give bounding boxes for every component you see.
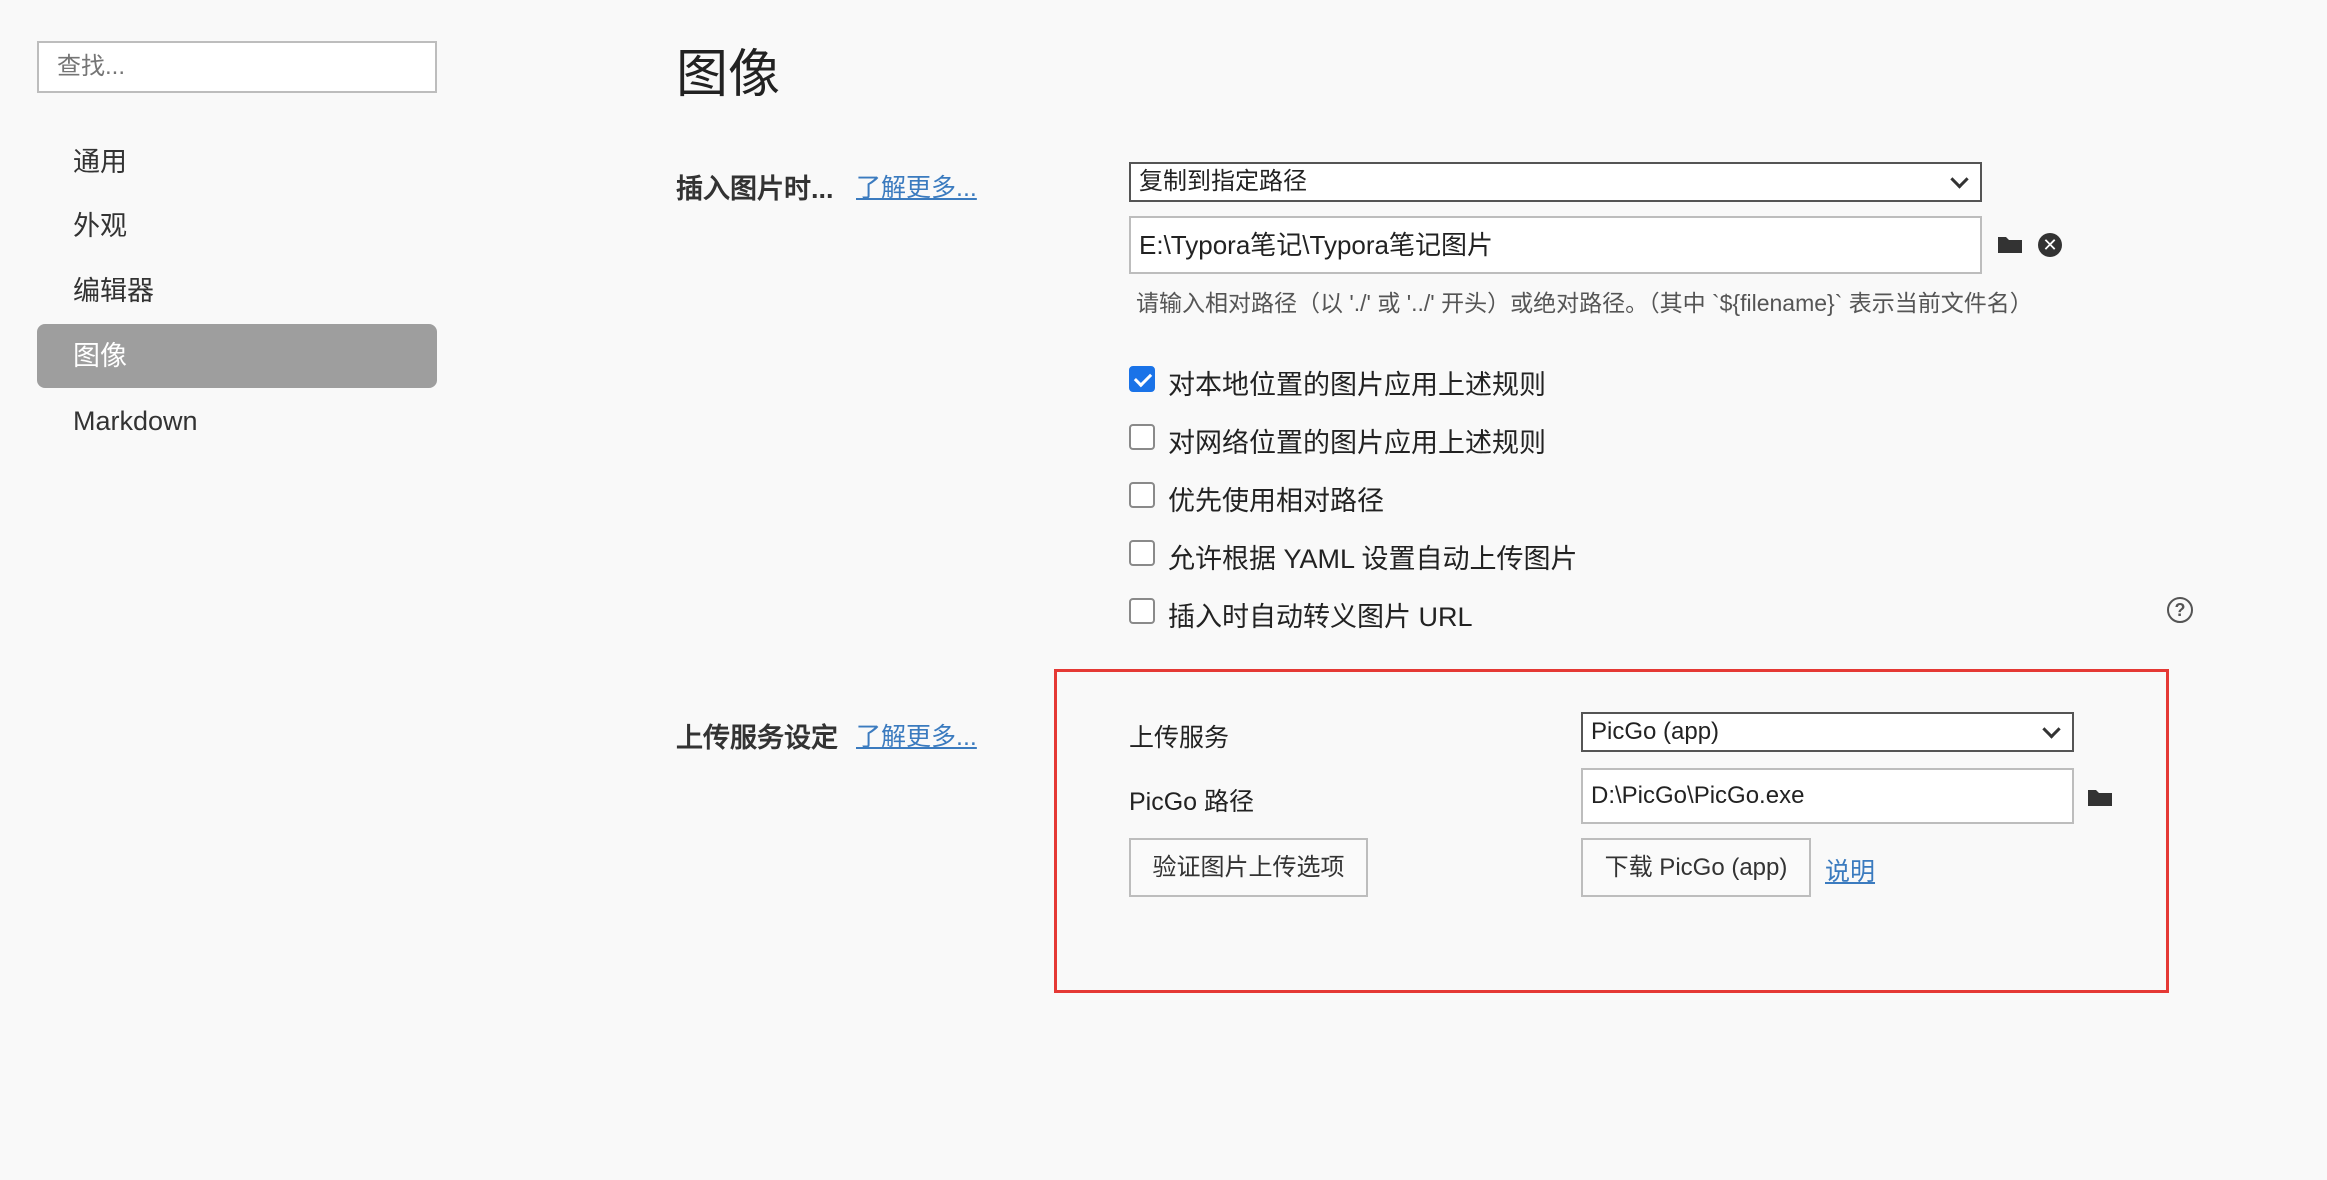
checkbox-local-images[interactable] bbox=[1129, 366, 1155, 392]
checkbox-network-images[interactable] bbox=[1129, 424, 1155, 450]
sidebar-item-image[interactable]: 图像 bbox=[37, 324, 437, 388]
instructions-link[interactable]: 说明 bbox=[1825, 852, 1875, 888]
upload-service-select[interactable]: PicGo (app) bbox=[1581, 712, 2074, 752]
folder-icon[interactable] bbox=[2087, 787, 2113, 807]
sidebar-item-markdown[interactable]: Markdown bbox=[37, 389, 437, 453]
sidebar-item-editor[interactable]: 编辑器 bbox=[37, 259, 437, 323]
picgo-path-label: PicGo 路径 bbox=[1129, 788, 1255, 816]
verify-upload-button[interactable]: 验证图片上传选项 bbox=[1129, 838, 1368, 897]
chevron-down-icon bbox=[1950, 170, 1969, 189]
download-picgo-button[interactable]: 下载 PicGo (app) bbox=[1581, 838, 1811, 897]
folder-icon[interactable] bbox=[1997, 234, 2023, 254]
upload-service-label: 上传服务 bbox=[1129, 724, 1230, 752]
sidebar-item-appearance[interactable]: 外观 bbox=[37, 194, 437, 258]
checkbox-escape-url-label: 插入时自动转义图片 URL bbox=[1168, 602, 1473, 632]
insert-action-value: 复制到指定路径 bbox=[1139, 168, 1307, 195]
sidebar-item-general[interactable]: 通用 bbox=[37, 130, 437, 194]
image-path-input[interactable]: E:\Typora笔记\Typora笔记图片 bbox=[1129, 216, 1982, 274]
page-title: 图像 bbox=[676, 46, 781, 104]
upload-learn-more-link[interactable]: 了解更多... bbox=[856, 717, 977, 753]
insert-learn-more-link[interactable]: 了解更多... bbox=[856, 168, 977, 204]
upload-service-value: PicGo (app) bbox=[1591, 718, 1720, 745]
checkbox-network-images-label: 对网络位置的图片应用上述规则 bbox=[1168, 428, 1546, 458]
checkbox-relative-path-label: 优先使用相对路径 bbox=[1168, 486, 1384, 516]
upload-section-label: 上传服务设定 bbox=[676, 723, 838, 753]
insert-action-select[interactable]: 复制到指定路径 bbox=[1129, 162, 1982, 202]
chevron-down-icon bbox=[2042, 720, 2061, 739]
path-hint: 请输入相对路径（以 './' 或 '../' 开头）或绝对路径。（其中 `${f… bbox=[1136, 290, 2033, 316]
checkbox-escape-url[interactable] bbox=[1129, 598, 1155, 624]
checkbox-local-images-label: 对本地位置的图片应用上述规则 bbox=[1168, 370, 1546, 400]
help-icon[interactable]: ? bbox=[2167, 597, 2193, 623]
checkbox-yaml-upload-label: 允许根据 YAML 设置自动上传图片 bbox=[1168, 544, 1578, 574]
picgo-path-input[interactable]: D:\PicGo\PicGo.exe bbox=[1581, 768, 2074, 824]
search-input[interactable] bbox=[37, 41, 437, 93]
checkbox-relative-path[interactable] bbox=[1129, 482, 1155, 508]
insert-section-label: 插入图片时... bbox=[676, 174, 834, 204]
checkbox-yaml-upload[interactable] bbox=[1129, 540, 1155, 566]
clear-icon[interactable]: ✕ bbox=[2038, 233, 2062, 257]
